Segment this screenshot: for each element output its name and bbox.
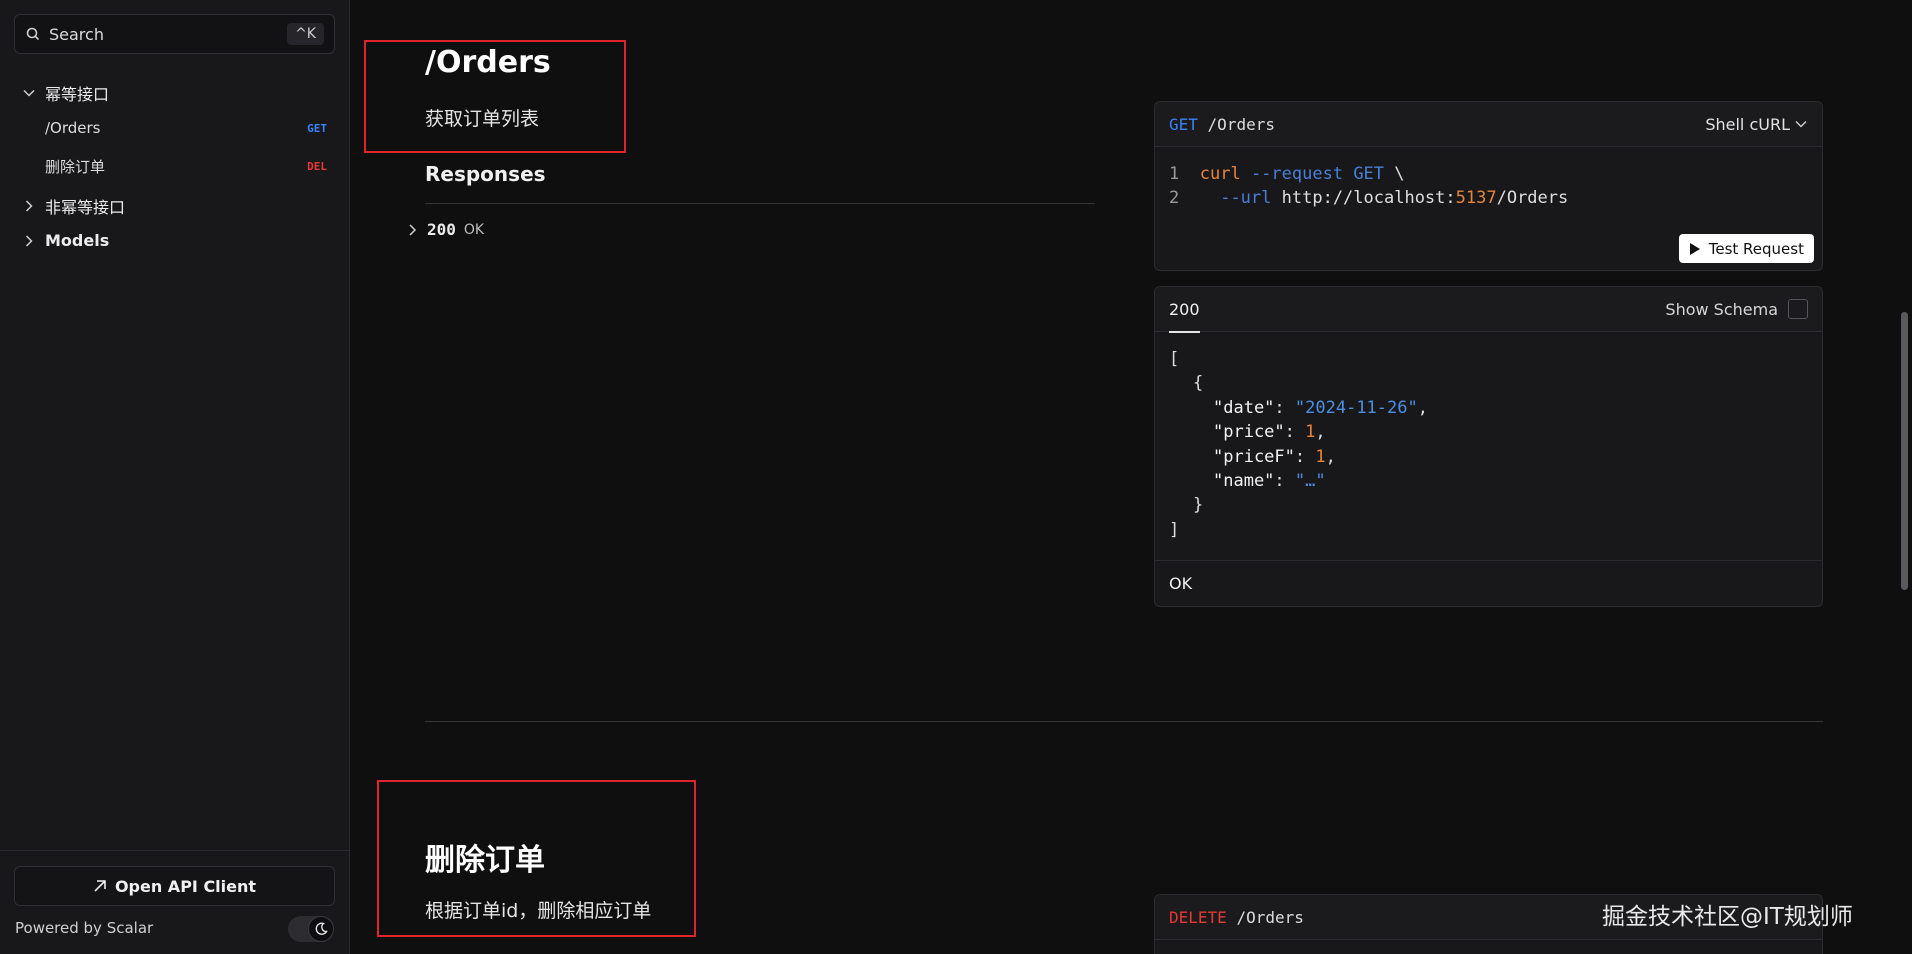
page-title: /Orders — [425, 45, 551, 80]
language-label: Shell cURL — [1705, 114, 1790, 134]
request-endpoint: GET /Orders — [1169, 115, 1275, 134]
watermark: 掘金技术社区@IT规划师 — [1602, 904, 1853, 930]
json-field-price: "price": 1, — [1213, 422, 1326, 442]
chevron-right-icon — [409, 223, 417, 236]
code-line-1: 1 curl --request GET \ — [1169, 164, 1405, 184]
request-method: GET — [1169, 114, 1198, 134]
search-placeholder: Search — [49, 24, 104, 44]
scrollbar[interactable] — [1901, 312, 1908, 590]
responses-heading: Responses — [425, 162, 546, 186]
json-field-name: "name": "…" — [1213, 471, 1326, 491]
chevron-down-icon — [1795, 121, 1807, 128]
test-request-button[interactable]: Test Request — [1678, 234, 1814, 263]
dark-mode-toggle[interactable] — [288, 916, 334, 942]
moon-icon — [308, 916, 334, 942]
show-schema-toggle[interactable]: Show Schema — [1665, 299, 1808, 319]
sidebar-item-delete-order[interactable]: 删除订单 DEL — [45, 156, 327, 177]
section-title-delete: 删除订单 — [425, 843, 545, 878]
json-line: { — [1193, 373, 1204, 393]
powered-by-link[interactable]: Powered by Scalar — [15, 919, 153, 937]
main-content: /Orders 获取订单列表 Responses 200 OK GET /Ord… — [351, 0, 1912, 954]
request-example-panel: GET /Orders Shell cURL 1 curl --request … — [1154, 101, 1823, 271]
section-divider — [425, 721, 1823, 722]
sidebar-group-non-idempotent[interactable]: 非幂等接口 — [22, 194, 125, 218]
delete-path: /Orders — [1236, 907, 1304, 927]
delete-description: 根据订单id，删除相应订单 — [425, 900, 652, 922]
json-line: } — [1193, 495, 1204, 515]
response-example-panel: 200 Show Schema [ { "date": "2024-11-26"… — [1154, 286, 1823, 607]
play-icon — [1689, 242, 1700, 255]
test-request-label: Test Request — [1708, 239, 1804, 258]
sidebar-item-label: /Orders — [45, 119, 101, 137]
show-schema-label: Show Schema — [1665, 299, 1778, 319]
request-path: /Orders — [1207, 114, 1275, 134]
sidebar-group-idempotent[interactable]: 幂等接口 — [22, 81, 109, 105]
json-field-date: "date": "2024-11-26", — [1213, 398, 1428, 418]
chevron-right-icon — [25, 200, 33, 212]
code-line-2: 2 --url http://localhost:5137/Orders — [1169, 188, 1569, 208]
json-field-pricef: "priceF": 1, — [1213, 447, 1336, 467]
sidebar-item-orders[interactable]: /Orders GET — [45, 119, 327, 137]
response-row-200[interactable]: 200 OK — [407, 220, 484, 239]
sidebar-group-label: Models — [45, 231, 110, 250]
arrow-up-right-icon — [94, 880, 106, 892]
delete-endpoint: DELETE /Orders — [1169, 908, 1304, 927]
chevron-right-icon — [25, 234, 33, 247]
search-icon — [25, 26, 41, 42]
json-line: ] — [1169, 520, 1180, 540]
tab-response-200[interactable]: 200 — [1169, 287, 1200, 333]
response-footer: OK — [1155, 560, 1822, 606]
chevron-down-icon — [23, 89, 35, 97]
open-api-client-button[interactable]: Open API Client — [14, 866, 335, 906]
delete-method: DELETE — [1169, 907, 1227, 927]
sidebar-group-label: 幂等接口 — [45, 85, 110, 104]
search-shortcut: ^K — [287, 23, 324, 45]
sidebar-group-models[interactable]: Models — [22, 231, 109, 250]
sidebar-footer: Open API Client Powered by Scalar — [0, 850, 350, 954]
endpoint-description: 获取订单列表 — [425, 108, 540, 130]
search-input[interactable]: Search ^K — [14, 14, 335, 54]
method-badge-del: DEL — [307, 160, 327, 173]
method-badge-get: GET — [307, 121, 327, 135]
sidebar-group-label: 非幂等接口 — [45, 198, 126, 217]
sidebar-item-label: 删除订单 — [45, 158, 106, 176]
show-schema-checkbox[interactable] — [1788, 299, 1808, 319]
divider — [425, 203, 1095, 204]
language-select[interactable]: Shell cURL — [1705, 115, 1808, 134]
json-line: [ — [1169, 349, 1180, 369]
response-text: OK — [463, 221, 485, 238]
open-api-client-label: Open API Client — [114, 876, 257, 896]
response-code: 200 — [427, 220, 456, 239]
sidebar: Search ^K 幂等接口 /Orders GET 删除订单 DEL 非幂等接… — [0, 0, 350, 954]
